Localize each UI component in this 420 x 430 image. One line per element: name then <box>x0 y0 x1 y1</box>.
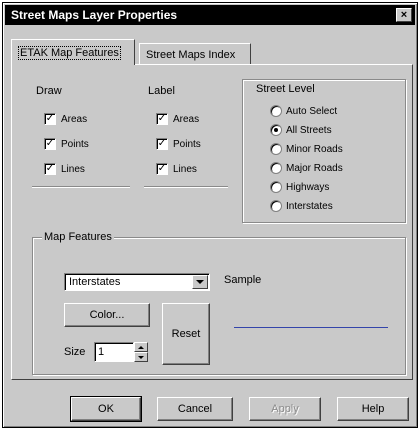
map-features-heading: Map Features <box>42 231 114 243</box>
help-button[interactable]: Help <box>337 397 409 421</box>
checkbox-label: Points <box>61 138 89 150</box>
radio-button <box>270 124 282 136</box>
label-areas-checkbox[interactable]: ✓ Areas <box>156 113 199 125</box>
chevron-down-icon <box>196 280 204 284</box>
button-label: Apply <box>271 403 299 415</box>
size-input[interactable]: 1 <box>94 342 134 362</box>
button-label: OK <box>98 403 114 415</box>
radio-button <box>270 162 282 174</box>
draw-areas-checkbox[interactable]: ✓ Areas <box>44 113 87 125</box>
size-label: Size <box>64 346 86 358</box>
radio-interstates[interactable]: Interstates <box>270 200 333 212</box>
radio-highways[interactable]: Highways <box>270 181 329 193</box>
arrow-up-icon <box>138 345 144 349</box>
checkbox-label: Areas <box>61 113 88 125</box>
radio-button <box>270 143 282 155</box>
check-icon: ✓ <box>44 113 56 125</box>
draw-heading: Draw <box>36 85 62 97</box>
check-icon: ✓ <box>44 138 56 150</box>
checkbox-label: Lines <box>61 163 85 175</box>
tab-panel: Draw ✓ Areas ✓ Points ✓ Lines Label ✓ Ar… <box>11 64 413 380</box>
tab-street-maps-index[interactable]: Street Maps Index <box>139 43 251 65</box>
label-separator <box>144 186 228 188</box>
radio-label: All Streets <box>286 124 332 136</box>
size-spin-down[interactable] <box>134 352 148 362</box>
tab-label: Street Maps Index <box>146 48 236 61</box>
draw-lines-checkbox[interactable]: ✓ Lines <box>44 163 85 175</box>
radio-all-streets[interactable]: All Streets <box>270 124 332 136</box>
draw-separator <box>32 186 130 188</box>
feature-select-value: Interstates <box>69 276 121 288</box>
checkbox-label: Areas <box>173 113 200 125</box>
tab-label: ETAK Map Features <box>18 45 121 60</box>
dropdown-button[interactable] <box>192 275 208 289</box>
check-icon: ✓ <box>156 163 168 175</box>
label-points-checkbox[interactable]: ✓ Points <box>156 138 201 150</box>
radio-button <box>270 105 282 117</box>
check-icon: ✓ <box>156 138 168 150</box>
cancel-button[interactable]: Cancel <box>157 397 233 421</box>
button-label: Cancel <box>177 403 213 415</box>
street-level-heading: Street Level <box>256 83 315 95</box>
radio-label: Interstates <box>286 200 333 212</box>
radio-minor-roads[interactable]: Minor Roads <box>270 143 343 155</box>
color-button[interactable]: Color... <box>64 303 150 327</box>
close-icon[interactable]: × <box>396 8 412 22</box>
radio-button <box>270 181 282 193</box>
draw-points-checkbox[interactable]: ✓ Points <box>44 138 89 150</box>
label-heading: Label <box>148 85 175 97</box>
reset-button[interactable]: Reset <box>162 303 210 365</box>
tab-etak-map-features[interactable]: ETAK Map Features <box>11 39 135 65</box>
size-value: 1 <box>98 346 105 358</box>
properties-dialog: Street Maps Layer Properties × ETAK Map … <box>2 2 418 428</box>
sample-line-preview <box>234 327 388 328</box>
radio-button <box>270 200 282 212</box>
button-label: Help <box>361 403 385 415</box>
radio-label: Major Roads <box>286 162 343 174</box>
check-icon: ✓ <box>156 113 168 125</box>
radio-label: Auto Select <box>286 105 338 117</box>
checkbox-label: Lines <box>173 163 197 175</box>
sample-label: Sample <box>224 274 262 286</box>
apply-button[interactable]: Apply <box>249 397 321 421</box>
dialog-title: Street Maps Layer Properties <box>11 8 178 22</box>
radio-major-roads[interactable]: Major Roads <box>270 162 343 174</box>
checkbox-label: Points <box>173 138 201 150</box>
check-icon: ✓ <box>44 163 56 175</box>
radio-auto-select[interactable]: Auto Select <box>270 105 337 117</box>
ok-button[interactable]: OK <box>70 396 142 422</box>
label-lines-checkbox[interactable]: ✓ Lines <box>156 163 197 175</box>
radio-label: Minor Roads <box>286 143 343 155</box>
radio-label: Highways <box>286 181 330 193</box>
button-label: Reset <box>171 328 201 340</box>
title-bar[interactable]: Street Maps Layer Properties × <box>5 5 415 25</box>
button-label: Color... <box>89 309 125 321</box>
feature-select[interactable]: Interstates <box>64 273 210 291</box>
size-spin-up[interactable] <box>134 342 148 352</box>
arrow-down-icon <box>138 355 144 359</box>
